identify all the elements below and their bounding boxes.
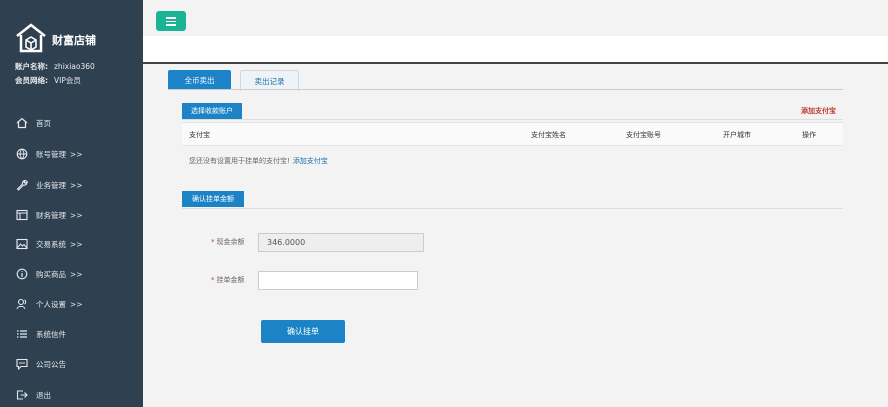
add-alipay-link[interactable]: 添加支付宝 <box>801 106 836 116</box>
sidebar-item-label: 购买商品 <box>36 269 66 279</box>
sidebar-item-arrow: >> <box>70 269 83 279</box>
notice-text: 您还没有设置用于挂单的支付宝! <box>189 157 290 165</box>
sidebar-item-label: 财务管理 <box>36 210 66 220</box>
sidebar-item-business-management[interactable]: 业务管理 >> <box>0 173 143 197</box>
sidebar-item-label: 交易系统 <box>36 239 66 249</box>
section-divider <box>182 208 843 209</box>
sidebar-item-system-messages[interactable]: 系统信件 <box>0 322 143 346</box>
tab-sell-all[interactable]: 全币卖出 <box>168 70 231 90</box>
account-level-value: VIP会员 <box>54 76 81 85</box>
user-icon <box>16 298 27 310</box>
sidebar-item-label: 退出 <box>36 390 51 400</box>
info-icon <box>16 268 28 280</box>
logout-icon <box>16 390 28 400</box>
sidebar-item-arrow: >> <box>70 210 83 220</box>
wrench-icon <box>16 179 28 191</box>
sidebar-item-label: 业务管理 <box>36 180 66 190</box>
sidebar-item-buy-goods[interactable]: 购买商品 >> <box>0 262 143 286</box>
sidebar-item-trading-system[interactable]: 交易系统 >> <box>0 232 143 256</box>
sidebar: 财富店铺 账户名称: zhixiao360 会员网络: VIP会员 首页 账号管理 … <box>0 0 143 407</box>
account-name-label: 账户名称: <box>15 62 48 71</box>
sidebar-item-company-announcements[interactable]: 公司公告 <box>0 352 143 376</box>
account-name-row: 账户名称: zhixiao360 <box>15 61 95 72</box>
sidebar-item-account-management[interactable]: 账号管理 >> <box>0 142 143 166</box>
top-bar <box>143 0 888 36</box>
brand-name: 财富店铺 <box>52 34 96 47</box>
column-header-alipay-account: 支付宝账号 <box>626 131 661 139</box>
section-title-receiver: 选择收款账户 <box>182 103 242 119</box>
account-level-row: 会员网络: VIP会员 <box>15 75 81 86</box>
section-title-amount: 确认挂单金额 <box>182 191 244 207</box>
account-level-label: 会员网络: <box>15 76 48 85</box>
menu-toggle-button[interactable] <box>156 11 186 31</box>
no-account-notice: 您还没有设置用于挂单的支付宝! 添加支付宝 <box>189 156 328 166</box>
receiver-table-header: 支付宝 支付宝姓名 支付宝账号 开户城市 操作 <box>182 122 843 146</box>
sidebar-item-home[interactable]: 首页 <box>0 111 143 135</box>
sidebar-item-arrow: >> <box>70 299 83 309</box>
list-icon <box>17 330 27 338</box>
sidebar-item-label: 首页 <box>36 118 51 128</box>
sidebar-item-finance-management[interactable]: 财务管理 >> <box>0 203 143 227</box>
store-logo-icon <box>16 23 46 53</box>
sidebar-item-label: 公司公告 <box>36 359 66 369</box>
home-icon <box>16 117 28 129</box>
sidebar-item-arrow: >> <box>70 239 83 249</box>
column-header-alipay: 支付宝 <box>189 131 210 139</box>
column-header-alipay-name: 支付宝姓名 <box>531 131 566 139</box>
image-icon <box>16 238 28 250</box>
sidebar-item-arrow: >> <box>70 180 83 190</box>
account-name-value: zhixiao360 <box>54 62 95 71</box>
balance-label-text: 现金余额 <box>216 238 245 246</box>
sidebar-item-personal-settings[interactable]: 个人设置 >> <box>0 292 143 316</box>
amount-input[interactable] <box>258 271 418 290</box>
notice-add-alipay-link[interactable]: 添加支付宝 <box>293 157 328 165</box>
section-divider <box>182 119 843 120</box>
window-icon <box>16 209 28 221</box>
globe-icon <box>16 148 28 160</box>
sidebar-item-label: 系统信件 <box>36 329 66 339</box>
sidebar-item-logout[interactable]: 退出 <box>0 383 143 407</box>
sidebar-item-label: 个人设置 <box>36 299 66 309</box>
balance-label: * 现金余额 <box>211 238 245 246</box>
header-divider <box>143 62 888 64</box>
amount-label-text: 挂单金额 <box>216 276 245 284</box>
balance-field <box>258 233 424 252</box>
tab-divider <box>168 89 843 90</box>
amount-label: * 挂单金额 <box>211 276 245 284</box>
sidebar-item-arrow: >> <box>70 149 83 159</box>
tab-sell-records[interactable]: 卖出记录 <box>240 70 299 91</box>
confirm-listing-button[interactable]: 确认挂单 <box>261 320 345 343</box>
column-header-city: 开户城市 <box>723 131 751 139</box>
column-header-actions: 操作 <box>802 131 816 139</box>
comment-icon <box>16 358 28 370</box>
sidebar-item-label: 账号管理 <box>36 149 66 159</box>
header-band <box>143 36 888 62</box>
